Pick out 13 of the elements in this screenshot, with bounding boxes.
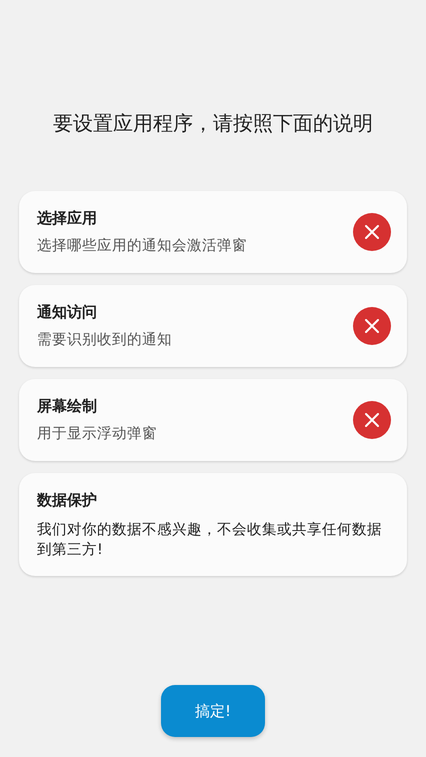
permission-card[interactable]: 屏幕绘制 用于显示浮动弹窗 [19, 379, 407, 461]
card-title: 选择应用 [37, 208, 98, 228]
card-description: 我们对你的数据不感兴趣，不会收集或共享任何数据到第三方! [37, 520, 383, 560]
card-description: 选择哪些应用的通知会激活弹窗 [37, 236, 248, 256]
card-description: 需要识别收到的通知 [37, 330, 173, 350]
card-title: 屏幕绘制 [37, 396, 98, 416]
permission-card[interactable]: 通知访问 需要识别收到的通知 [19, 285, 407, 367]
card-title: 通知访问 [37, 302, 98, 322]
card-title: 数据保护 [37, 491, 98, 510]
done-button[interactable]: 搞定! [161, 685, 265, 737]
heading: 要设置应用程序，请按照下面的说明 [52, 110, 374, 137]
card-description: 用于显示浮动弹窗 [37, 424, 158, 444]
permission-card[interactable]: 选择应用 选择哪些应用的通知会激活弹窗 [19, 191, 407, 273]
